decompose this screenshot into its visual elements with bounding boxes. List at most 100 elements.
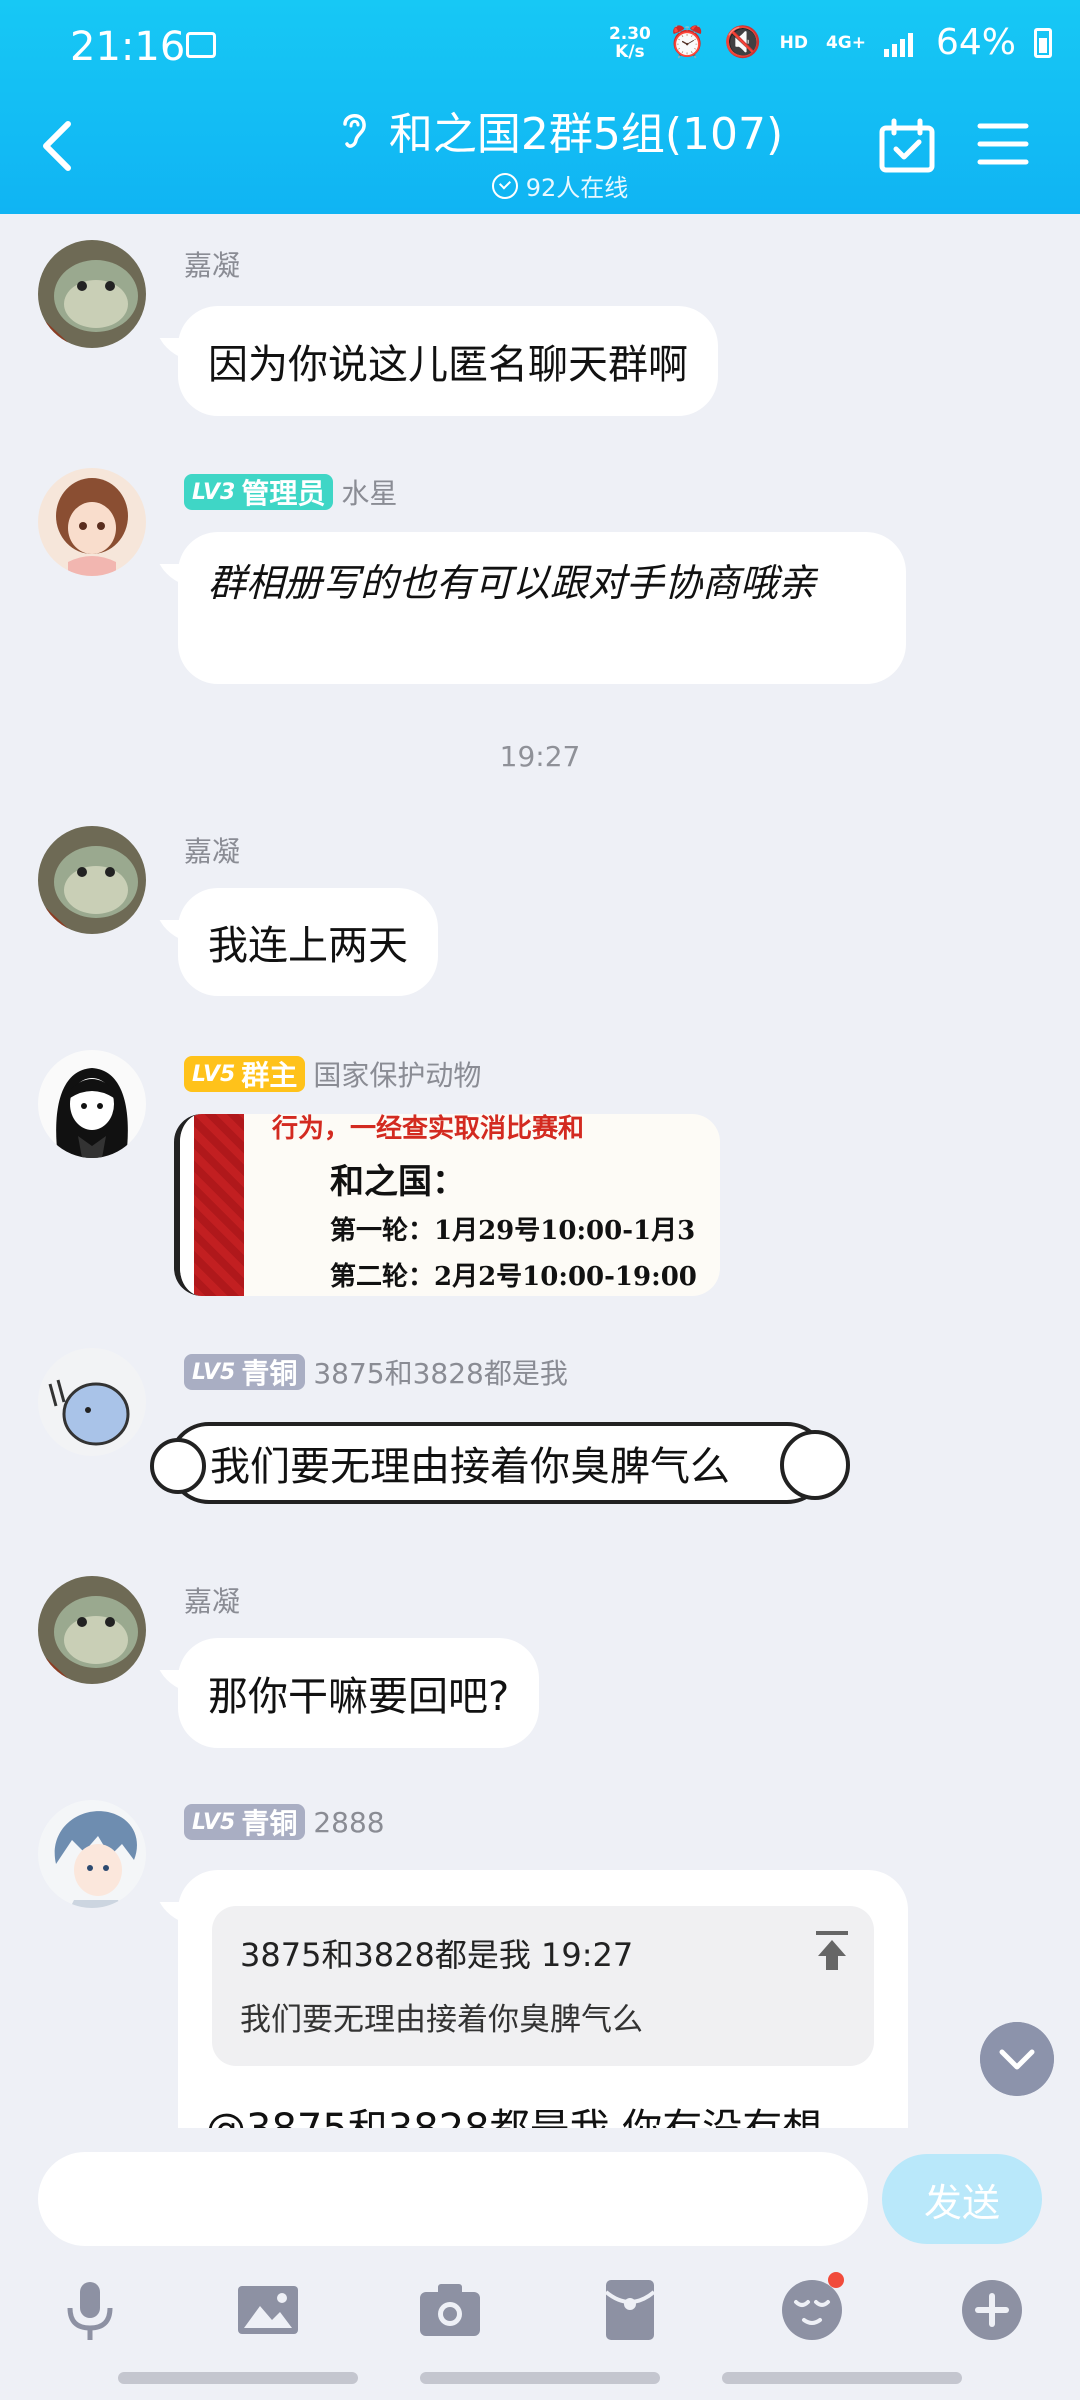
message-text: @3875和3828都是我 你有没有想 (206, 2096, 822, 2128)
camera-icon[interactable] (418, 2278, 482, 2342)
avatar-shuixing[interactable] (38, 468, 146, 576)
status-icons: 2.30 K/s ⏰ 🔇 HD 4G+ 64% (609, 22, 1052, 63)
message-bubble[interactable]: 我连上两天 (178, 888, 438, 996)
message-input[interactable] (38, 2152, 868, 2246)
chat-message-list[interactable]: 嘉凝 因为你说这儿匿名聊天群啊 LV3 管理员 水星 群相册写的也有可以跟对手协… (0, 214, 1080, 2128)
level-badge: LV5 青铜 (184, 1354, 306, 1390)
signal-icon (883, 32, 913, 57)
sender-name[interactable]: 嘉凝 (184, 830, 240, 870)
image-message[interactable]: 行为，一经查实取消比赛和 和之国： 第一轮：1月29号10:00-1月3 第二轮… (174, 1114, 720, 1296)
message-item: LV5 青铜 3875和3828都是我 我们要无理由接着你臭脾气么 (0, 1348, 1080, 1548)
network-type: 4G+ (825, 32, 866, 53)
net-speed: 2.30 K/s (609, 25, 651, 61)
message-text: 群相册写的也有可以跟对手协商哦亲 (208, 561, 817, 605)
badge-role: 管理员 (241, 477, 326, 510)
message-text: 那你干嘛要回吧? (208, 1674, 510, 1720)
badge-role: 青铜 (241, 1807, 298, 1840)
input-bar: 发送 (0, 2128, 1080, 2400)
sender-line: 嘉凝 (184, 1580, 240, 1620)
badge-level: LV3 (192, 479, 236, 505)
level-badge: LV5 群主 (184, 1056, 306, 1092)
quoted-text: 我们要无理由接着你臭脾气么 (240, 2002, 643, 2038)
sender-name[interactable]: 3875和3828都是我 (313, 1352, 568, 1392)
sender-line: LV3 管理员 水星 (184, 472, 397, 512)
sender-line: 嘉凝 (184, 244, 240, 284)
sender-line: LV5 青铜 2888 (184, 1804, 385, 1840)
online-check-icon (491, 172, 518, 199)
net-speed-unit: K/s (615, 41, 645, 62)
calendar-check-icon[interactable] (878, 118, 936, 174)
avatar-3875[interactable] (38, 1348, 146, 1456)
message-item: 嘉凝 我连上两天 (0, 826, 1080, 1006)
back-icon[interactable] (38, 118, 78, 174)
hd-label: HD (779, 32, 808, 53)
quoted-header: 3875和3828都是我 19:27 (240, 1936, 634, 1974)
status-bar: 21:16 2.30 K/s ⏰ 🔇 HD 4G+ 64% (0, 0, 1080, 100)
level-badge: LV5 青铜 (184, 1804, 306, 1840)
message-item: LV3 管理员 水星 群相册写的也有可以跟对手协商哦亲 (0, 468, 1080, 688)
reply-message-bubble[interactable]: 3875和3828都是我 19:27 我们要无理由接着你臭脾气么 @3875和3… (178, 1870, 908, 2128)
image-red-border (180, 1114, 244, 1296)
image-text-line: 第一轮：1月29号10:00-1月3 (330, 1216, 696, 1246)
image-icon[interactable] (236, 2278, 300, 2342)
sender-line: LV5 青铜 3875和3828都是我 (184, 1352, 568, 1392)
message-bubble[interactable]: 群相册写的也有可以跟对手协商哦亲 (178, 532, 906, 684)
message-text: 我们要无理由接着你臭脾气么 (210, 1444, 730, 1490)
image-text-line: 第二轮：2月2号10:00-19:00 (330, 1262, 697, 1292)
bubble-decoration (780, 1430, 850, 1500)
image-text-line: 行为，一经查实取消比赛和 (272, 1114, 585, 1144)
alarm-icon: ⏰ (668, 25, 707, 60)
avatar-jianing[interactable] (38, 240, 146, 348)
nav-gesture-bar[interactable] (420, 2372, 660, 2384)
sender-name[interactable]: 水星 (341, 472, 397, 512)
message-text: 因为你说这儿匿名聊天群啊 (208, 342, 688, 388)
badge-role: 群主 (241, 1059, 298, 1092)
mute-icon: 🔇 (724, 25, 762, 60)
sender-line: 嘉凝 (184, 830, 240, 870)
level-badge: LV3 管理员 (184, 474, 334, 510)
message-bubble[interactable]: 因为你说这儿匿名聊天群啊 (178, 306, 718, 416)
message-text: 我连上两天 (208, 923, 408, 969)
plus-icon[interactable] (960, 2278, 1024, 2342)
menu-icon[interactable] (976, 120, 1030, 168)
red-packet-icon[interactable] (598, 2278, 662, 2342)
message-item: 嘉凝 那你干嘛要回吧? (0, 1576, 1080, 1756)
message-bubble[interactable]: 我们要无理由接着你臭脾气么 (150, 1422, 850, 1504)
gallery-notification-icon (186, 32, 216, 58)
sender-line: LV5 群主 国家保护动物 (184, 1054, 481, 1094)
message-bubble[interactable]: 那你干嘛要回吧? (178, 1638, 540, 1748)
nav-gesture-bar[interactable] (722, 2372, 962, 2384)
nav-gesture-bar[interactable] (118, 2372, 358, 2384)
scroll-to-bottom-icon[interactable] (980, 2022, 1054, 2096)
image-text-line: 和之国： (330, 1162, 466, 1202)
ear-icon (343, 114, 366, 148)
avatar-jianing[interactable] (38, 1576, 146, 1684)
message-item: LV5 群主 国家保护动物 行为，一经查实取消比赛和 和之国： 第一轮：1月29… (0, 1050, 1080, 1310)
microphone-icon[interactable] (58, 2278, 122, 2342)
badge-level: LV5 (192, 1359, 236, 1385)
title-block: 和之国2群5组(107) 92人在线 (300, 98, 820, 203)
sender-name[interactable]: 2888 (313, 1806, 384, 1839)
sender-name[interactable]: 嘉凝 (184, 244, 240, 284)
badge-level: LV5 (192, 1061, 236, 1087)
sender-name[interactable]: 嘉凝 (184, 1580, 240, 1620)
chat-header: 21:16 2.30 K/s ⏰ 🔇 HD 4G+ 64% 和之国2群5组(10… (0, 0, 1080, 214)
jump-to-top-icon[interactable] (814, 1930, 850, 1972)
battery-percent: 64% (935, 22, 1016, 63)
group-title[interactable]: 和之国2群5组(107) (389, 98, 783, 162)
badge-role: 青铜 (241, 1357, 298, 1390)
send-button[interactable]: 发送 (882, 2154, 1042, 2244)
avatar-jianing[interactable] (38, 826, 146, 934)
bubble-decoration (150, 1438, 206, 1494)
input-toolbar (0, 2272, 1080, 2358)
message-item: 嘉凝 因为你说这儿匿名聊天群啊 (0, 240, 1080, 420)
avatar-2888[interactable] (38, 1800, 146, 1908)
online-count: 92人在线 (525, 174, 629, 202)
emoji-icon[interactable] (780, 2272, 844, 2342)
sender-name[interactable]: 国家保护动物 (313, 1054, 481, 1094)
avatar-guojiabaohudongwu[interactable] (38, 1050, 146, 1158)
message-item: LV5 青铜 2888 3875和3828都是我 19:27 我们要无理由接着你… (0, 1800, 1080, 2128)
quoted-message[interactable]: 3875和3828都是我 19:27 我们要无理由接着你臭脾气么 (212, 1906, 874, 2066)
net-speed-value: 2.30 (608, 23, 651, 44)
battery-icon (1034, 27, 1052, 58)
